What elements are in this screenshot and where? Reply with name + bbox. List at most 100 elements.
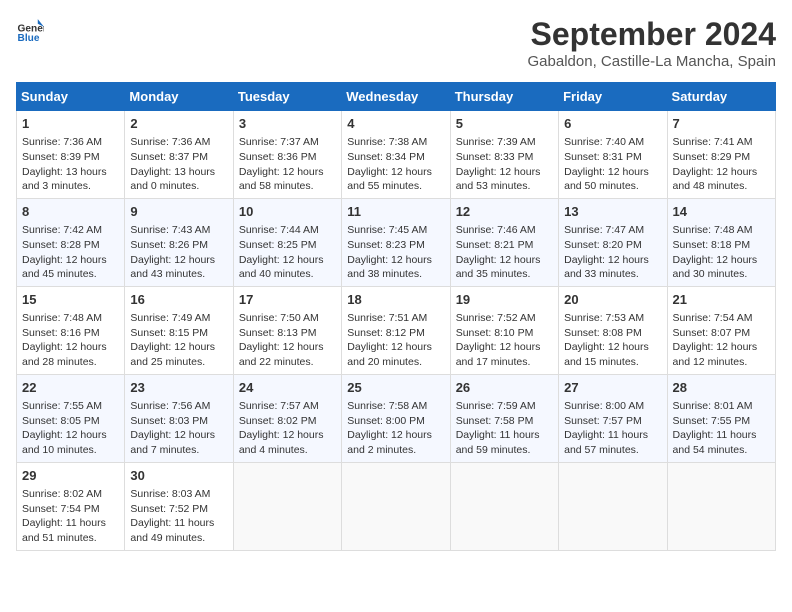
day-number: 16: [130, 291, 227, 309]
sunset-text: Sunset: 8:29 PM: [673, 151, 751, 163]
sunrise-text: Sunrise: 7:57 AM: [239, 400, 319, 412]
sunrise-text: Sunrise: 7:38 AM: [347, 136, 427, 148]
daylight-text: Daylight: 12 hours and 10 minutes.: [22, 429, 107, 456]
calendar-cell: 14Sunrise: 7:48 AMSunset: 8:18 PMDayligh…: [667, 198, 775, 286]
sunrise-text: Sunrise: 7:37 AM: [239, 136, 319, 148]
sunset-text: Sunset: 8:03 PM: [130, 415, 208, 427]
sunrise-text: Sunrise: 7:59 AM: [456, 400, 536, 412]
week-row-1: 1 Sunrise: 7:36 AM Sunset: 8:39 PM Daylight…: [17, 111, 776, 199]
weekday-header-sunday: Sunday: [17, 83, 125, 111]
sunset-text: Sunset: 8:08 PM: [564, 327, 642, 339]
daylight-text: Daylight: 12 hours and 25 minutes.: [130, 341, 215, 368]
sunset-text: Sunset: 8:39 PM: [22, 151, 100, 163]
sunset-text: Sunset: 8:13 PM: [239, 327, 317, 339]
day-number: 6: [564, 115, 661, 133]
daylight-text: Daylight: 12 hours and 2 minutes.: [347, 429, 432, 456]
sunrise-text: Sunrise: 7:39 AM: [456, 136, 536, 148]
daylight-text: Daylight: 12 hours and 28 minutes.: [22, 341, 107, 368]
sunset-text: Sunset: 8:12 PM: [347, 327, 425, 339]
day-number: 28: [673, 379, 770, 397]
calendar-cell: [667, 462, 775, 550]
logo: General Blue: [16, 16, 44, 44]
day-number: 26: [456, 379, 553, 397]
weekday-header-tuesday: Tuesday: [233, 83, 341, 111]
sunrise-text: Sunrise: 7:36 AM: [22, 136, 102, 148]
sunset-text: Sunset: 8:15 PM: [130, 327, 208, 339]
day-number: 19: [456, 291, 553, 309]
sunset-text: Sunset: 8:07 PM: [673, 327, 751, 339]
calendar-cell: 22 Sunrise: 7:55 AM Sunset: 8:05 PM Dayligh…: [17, 374, 125, 462]
week-row-4: 22 Sunrise: 7:55 AM Sunset: 8:05 PM Dayligh…: [17, 374, 776, 462]
sunset-text: Sunset: 8:05 PM: [22, 415, 100, 427]
month-title: September 2024: [528, 16, 776, 53]
sunrise-text: Sunrise: 7:58 AM: [347, 400, 427, 412]
daylight-text: Daylight: 11 hours and 51 minutes.: [22, 517, 106, 544]
day-number: 11: [347, 203, 444, 221]
calendar-cell: 1 Sunrise: 7:36 AM Sunset: 8:39 PM Daylight…: [17, 111, 125, 199]
weekday-header-wednesday: Wednesday: [342, 83, 450, 111]
day-number: 17: [239, 291, 336, 309]
sunrise-text: Sunrise: 7:40 AM: [564, 136, 644, 148]
sunset-text: Sunset: 7:52 PM: [130, 503, 208, 515]
calendar-cell: 15Sunrise: 7:48 AMSunset: 8:16 PMDayligh…: [17, 286, 125, 374]
daylight-text: Daylight: 12 hours and 58 minutes.: [239, 166, 324, 193]
location-title: Gabaldon, Castille-La Mancha, Spain: [528, 53, 776, 70]
sunrise-text: Sunrise: 7:49 AM: [130, 312, 210, 324]
day-number: 22: [22, 379, 119, 397]
daylight-text: Daylight: 12 hours and 53 minutes.: [456, 166, 541, 193]
day-number: 5: [456, 115, 553, 133]
header: General Blue September 2024 Gabaldon, Ca…: [16, 16, 776, 70]
calendar-cell: [342, 462, 450, 550]
calendar-cell: 10Sunrise: 7:44 AMSunset: 8:25 PMDayligh…: [233, 198, 341, 286]
week-row-2: 8Sunrise: 7:42 AMSunset: 8:28 PMDaylight…: [17, 198, 776, 286]
calendar-cell: [450, 462, 558, 550]
calendar-table: SundayMondayTuesdayWednesdayThursdayFrid…: [16, 82, 776, 551]
sunset-text: Sunset: 7:58 PM: [456, 415, 534, 427]
week-row-5: 29Sunrise: 8:02 AMSunset: 7:54 PMDayligh…: [17, 462, 776, 550]
sunrise-text: Sunrise: 7:50 AM: [239, 312, 319, 324]
sunrise-text: Sunrise: 7:48 AM: [673, 224, 753, 236]
day-number: 10: [239, 203, 336, 221]
sunset-text: Sunset: 8:33 PM: [456, 151, 534, 163]
weekday-header-saturday: Saturday: [667, 83, 775, 111]
daylight-text: Daylight: 12 hours and 20 minutes.: [347, 341, 432, 368]
calendar-cell: [233, 462, 341, 550]
daylight-text: Daylight: 12 hours and 33 minutes.: [564, 254, 649, 281]
calendar-cell: 21Sunrise: 7:54 AMSunset: 8:07 PMDayligh…: [667, 286, 775, 374]
title-area: September 2024 Gabaldon, Castille-La Man…: [528, 16, 776, 70]
sunrise-text: Sunrise: 7:43 AM: [130, 224, 210, 236]
calendar-cell: 20Sunrise: 7:53 AMSunset: 8:08 PMDayligh…: [559, 286, 667, 374]
calendar-cell: 17 Sunrise: 7:50 AM Sunset: 8:13 PM Dayligh…: [233, 286, 341, 374]
daylight-text: Daylight: 11 hours and 49 minutes.: [130, 517, 214, 544]
sunset-text: Sunset: 8:02 PM: [239, 415, 317, 427]
sunrise-text: Sunrise: 8:03 AM: [130, 488, 210, 500]
sunset-text: Sunset: 8:36 PM: [239, 151, 317, 163]
day-number: 23: [130, 379, 227, 397]
daylight-text: Daylight: 12 hours and 43 minutes.: [130, 254, 215, 281]
calendar-cell: 5 Sunrise: 7:39 AM Sunset: 8:33 PM Daylight…: [450, 111, 558, 199]
day-number: 12: [456, 203, 553, 221]
sunrise-text: Sunrise: 7:56 AM: [130, 400, 210, 412]
calendar-cell: 25 Sunrise: 7:58 AM Sunset: 8:00 PM Dayligh…: [342, 374, 450, 462]
day-number: 18: [347, 291, 444, 309]
calendar-cell: 27Sunrise: 8:00 AMSunset: 7:57 PMDayligh…: [559, 374, 667, 462]
day-number: 25: [347, 379, 444, 397]
sunrise-text: Sunrise: 7:53 AM: [564, 312, 644, 324]
day-number: 27: [564, 379, 661, 397]
daylight-text: Daylight: 11 hours and 57 minutes.: [564, 429, 648, 456]
day-number: 8: [22, 203, 119, 221]
daylight-text: Daylight: 11 hours and 59 minutes.: [456, 429, 540, 456]
day-number: 21: [673, 291, 770, 309]
sunrise-text: Sunrise: 7:55 AM: [22, 400, 102, 412]
weekday-header-thursday: Thursday: [450, 83, 558, 111]
daylight-text: Daylight: 12 hours and 22 minutes.: [239, 341, 324, 368]
calendar-cell: 2Sunrise: 7:36 AMSunset: 8:37 PMDaylight…: [125, 111, 233, 199]
sunrise-text: Sunrise: 7:36 AM: [130, 136, 210, 148]
daylight-text: Daylight: 13 hours and 3 minutes.: [22, 166, 107, 193]
sunset-text: Sunset: 8:00 PM: [347, 415, 425, 427]
calendar-cell: 19Sunrise: 7:52 AMSunset: 8:10 PMDayligh…: [450, 286, 558, 374]
day-number: 7: [673, 115, 770, 133]
calendar-cell: 6Sunrise: 7:40 AMSunset: 8:31 PMDaylight…: [559, 111, 667, 199]
sunset-text: Sunset: 8:20 PM: [564, 239, 642, 251]
day-number: 1: [22, 115, 119, 133]
